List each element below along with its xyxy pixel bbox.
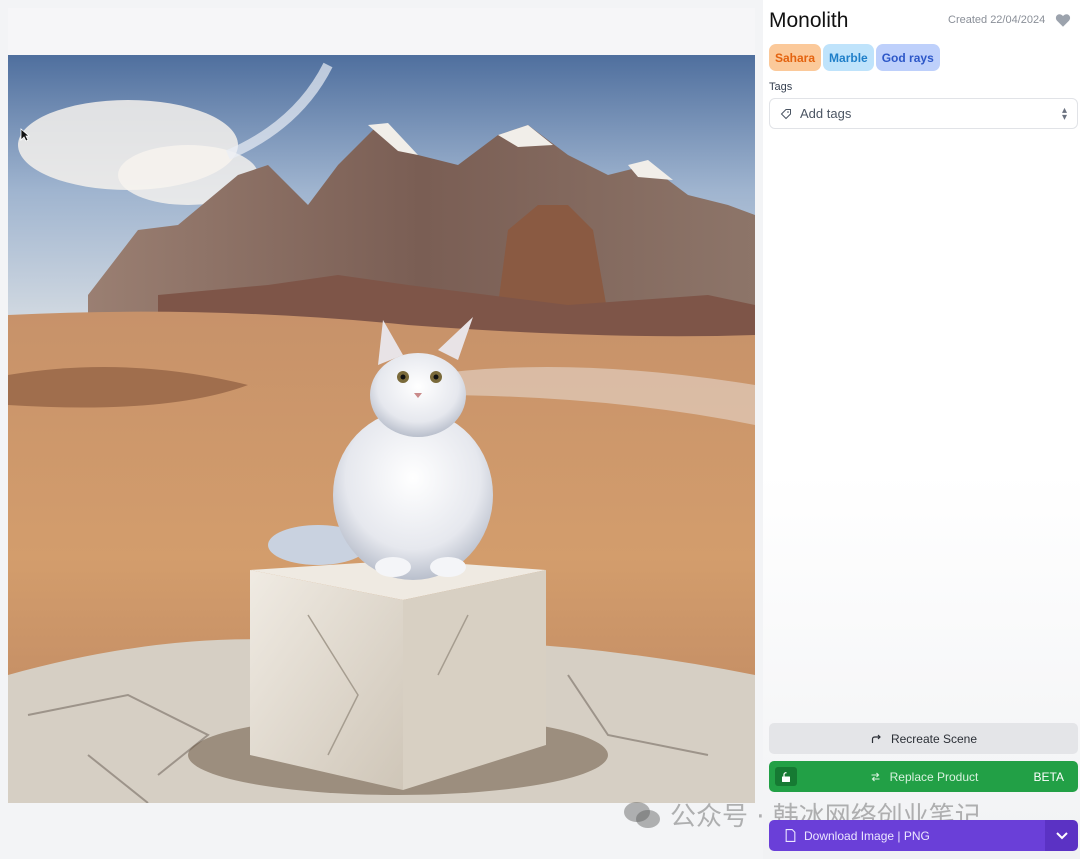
recreate-scene-label: Recreate Scene [890, 731, 978, 746]
created-date: Created 22/04/2024 [948, 14, 1046, 26]
replace-product-label: Replace Product [889, 769, 979, 784]
download-options-button[interactable] [1045, 820, 1078, 851]
replace-product-button[interactable]: Replace Product BETA [769, 761, 1078, 792]
swap-arrows-icon [871, 772, 880, 781]
mouse-cursor-icon [20, 128, 30, 142]
tags-label: Tags [769, 81, 793, 93]
chevron-up-down-icon: ▴ ▾ [1061, 104, 1067, 123]
beta-badge: BETA [1033, 769, 1064, 784]
tag-icon [780, 108, 791, 119]
unlock-icon [775, 767, 797, 786]
download-image-label: Download Image | PNG [804, 828, 930, 843]
wechat-icon [624, 801, 660, 828]
recreate-scene-button[interactable]: Recreate Scene [769, 723, 1078, 754]
chip-sahara[interactable]: Sahara [769, 44, 822, 71]
file-icon [785, 829, 796, 842]
generated-image[interactable] [8, 55, 755, 803]
tags-placeholder: Add tags [800, 106, 852, 121]
scene-illustration [8, 55, 755, 803]
heart-icon[interactable] [1054, 11, 1072, 29]
page-title: Monolith [769, 9, 849, 32]
style-chips: Sahara Marble God rays [769, 44, 940, 71]
download-image-button[interactable]: Download Image | PNG [769, 820, 1045, 851]
chevron-down-icon [1055, 831, 1068, 839]
redo-arrow-icon [871, 734, 881, 743]
chip-marble[interactable]: Marble [823, 44, 874, 71]
chip-god-rays[interactable]: God rays [875, 44, 940, 71]
tags-select[interactable]: Add tags ▴ ▾ [769, 98, 1078, 129]
